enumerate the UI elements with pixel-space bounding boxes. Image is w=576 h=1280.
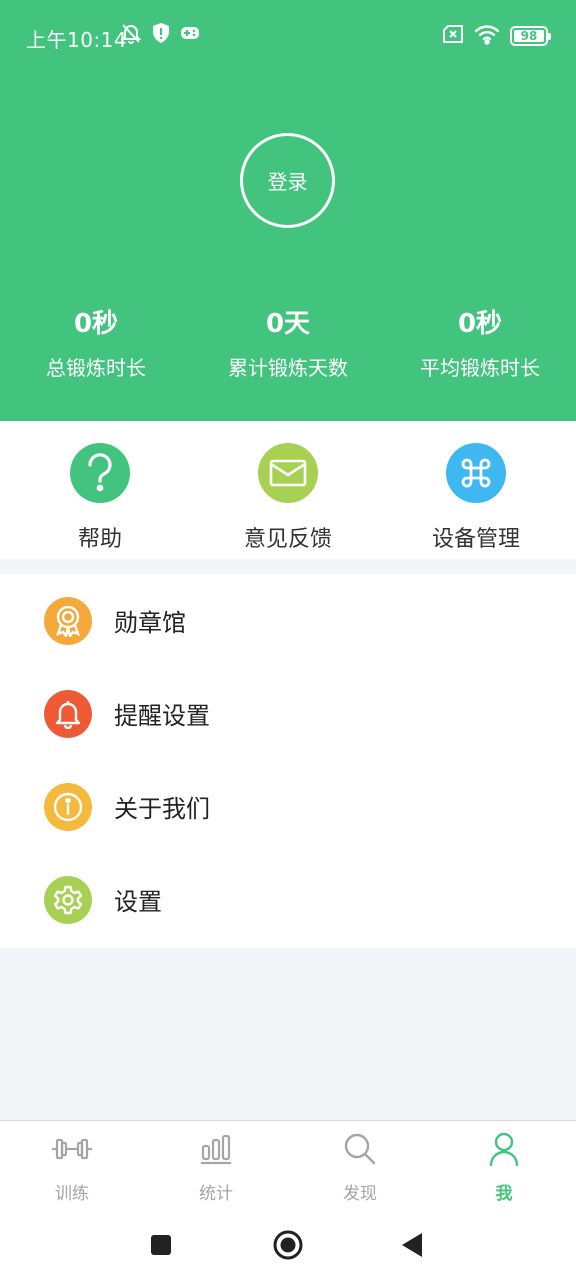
system-navigation-bar (0, 1212, 576, 1280)
battery-icon: 98 (510, 26, 551, 46)
menu-item-medals[interactable]: 勋章馆 (0, 574, 576, 667)
tab-discover[interactable]: 发现 (288, 1121, 432, 1213)
menu-item-reminder-settings[interactable]: 提醒设置 (0, 667, 576, 760)
profile-header: 上午10:14 98 登录 0秒 总锻炼时长 0天 累计锻炼天数 0秒 平均锻炼… (0, 0, 576, 421)
menu-label: 勋章馆 (114, 609, 186, 637)
command-icon (446, 443, 506, 503)
menu-label: 设置 (114, 888, 162, 916)
gamepad-icon (180, 25, 200, 45)
bottom-tab-bar: 训练 统计 发现 我 (0, 1120, 576, 1212)
bell-icon (44, 690, 92, 738)
menu-label: 关于我们 (114, 795, 210, 823)
feedback-button[interactable]: 意见反馈 (192, 443, 384, 553)
medal-icon (44, 597, 92, 645)
gear-icon (44, 876, 92, 924)
stat-total-days: 0天 累计锻炼天数 (192, 306, 384, 381)
menu-item-about-us[interactable]: 关于我们 (0, 760, 576, 853)
battery-level: 98 (520, 29, 538, 43)
login-button[interactable]: 登录 (240, 133, 335, 228)
menu-label: 提醒设置 (114, 702, 210, 730)
bar-chart-icon (194, 1131, 238, 1167)
quick-actions: 帮助 意见反馈 设备管理 (0, 421, 576, 559)
tab-training[interactable]: 训练 (0, 1121, 144, 1213)
status-bar: 上午10:14 98 (0, 0, 576, 72)
status-time: 上午10:14 (26, 28, 128, 52)
tab-me[interactable]: 我 (432, 1121, 576, 1213)
back-button[interactable] (400, 1232, 424, 1262)
home-button[interactable] (272, 1229, 304, 1265)
stat-value: 0秒 (457, 309, 503, 339)
no-sim-icon (442, 24, 464, 48)
stat-value: 0秒 (73, 309, 119, 339)
status-left-icons (120, 22, 200, 48)
tab-label: 我 (495, 1184, 513, 1204)
device-management-button[interactable]: 设备管理 (380, 443, 572, 553)
search-icon (338, 1131, 382, 1167)
stats-row: 0秒 总锻炼时长 0天 累计锻炼天数 0秒 平均锻炼时长 (0, 306, 576, 396)
feedback-label: 意见反馈 (243, 527, 332, 552)
stat-average-duration: 0秒 平均锻炼时长 (384, 306, 576, 381)
help-label: 帮助 (77, 527, 122, 552)
stat-label: 总锻炼时长 (46, 356, 146, 380)
wifi-icon (474, 23, 500, 49)
mail-icon (258, 443, 318, 503)
tab-label: 统计 (199, 1184, 233, 1204)
stat-value: 0天 (265, 309, 311, 339)
recent-apps-button[interactable] (150, 1234, 172, 1260)
shield-icon (152, 22, 170, 48)
info-icon (44, 783, 92, 831)
stat-total-duration: 0秒 总锻炼时长 (0, 306, 192, 381)
help-icon (70, 443, 130, 503)
status-right-icons: 98 (442, 23, 551, 49)
mute-bell-icon (120, 22, 142, 48)
tab-label: 训练 (55, 1184, 89, 1204)
dumbbell-icon (50, 1131, 94, 1167)
menu-list: 勋章馆 提醒设置 关于我们 设置 (0, 574, 576, 948)
tab-statistics[interactable]: 统计 (144, 1121, 288, 1213)
device-management-label: 设备管理 (431, 527, 520, 552)
menu-item-settings[interactable]: 设置 (0, 853, 576, 946)
stat-label: 平均锻炼时长 (420, 356, 540, 380)
help-button[interactable]: 帮助 (4, 443, 196, 553)
stat-label: 累计锻炼天数 (228, 356, 348, 380)
tab-label: 发现 (343, 1184, 377, 1204)
person-icon (482, 1131, 526, 1167)
